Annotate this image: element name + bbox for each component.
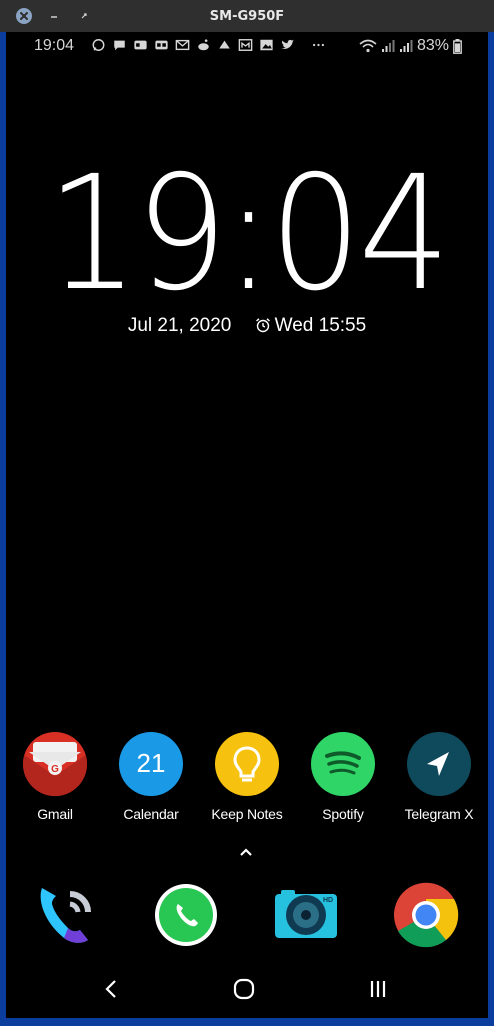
app-keep-notes[interactable]: Keep Notes: [199, 732, 295, 822]
svg-text:HD: HD: [323, 897, 333, 904]
app-drawer-chevron-icon[interactable]: [234, 844, 258, 860]
app-calendar[interactable]: 21 Calendar: [103, 732, 199, 822]
whatsapp-notification-icon: [92, 39, 105, 51]
alarm-icon: [255, 318, 270, 333]
app-telegram-x[interactable]: Telegram X: [391, 732, 487, 822]
twitter-notification-icon: [281, 39, 294, 50]
spotify-icon: [311, 732, 375, 796]
gmail-icon: G: [23, 732, 87, 796]
lightbulb-icon: [215, 732, 279, 796]
camera-icon[interactable]: HD: [273, 882, 339, 948]
whatsapp-icon[interactable]: [153, 882, 219, 948]
system-status: 83%: [359, 37, 462, 55]
app-label-gmail: Gmail: [37, 806, 73, 822]
app-gmail[interactable]: G Gmail: [7, 732, 103, 822]
home-icon[interactable]: [229, 977, 259, 1001]
gmail-notification-icon: [175, 39, 190, 51]
battery-percent: 83%: [416, 37, 449, 54]
calendar-day: 21: [136, 748, 166, 778]
calendar-icon: 21: [119, 732, 183, 796]
chrome-icon[interactable]: [393, 882, 459, 948]
wifi-icon: [359, 39, 377, 53]
date-alarm-row: Jul 21, 2020 Wed 15:55: [6, 315, 488, 337]
battery-icon: [453, 38, 462, 54]
app-notification-icon-2: [155, 40, 168, 50]
lockscreen-clock: 19:04: [46, 142, 451, 326]
app-label-calendar: Calendar: [123, 806, 179, 822]
more-notifications-icon: [312, 43, 325, 47]
app-label-telegram-x: Telegram X: [404, 806, 474, 822]
back-icon[interactable]: [96, 977, 126, 1001]
recents-icon[interactable]: [363, 977, 393, 1001]
feedly-notification-icon: [219, 40, 230, 49]
image-notification-icon: [260, 39, 273, 51]
window-titlebar: SM-G950F: [0, 0, 494, 32]
next-alarm[interactable]: Wed 15:55: [255, 315, 367, 336]
status-bar: 19:04 83%: [6, 32, 488, 60]
status-time: 19:04: [34, 37, 75, 54]
lockscreen-date: Jul 21, 2020: [127, 315, 232, 336]
telegram-icon: [407, 732, 471, 796]
phone-icon[interactable]: [32, 882, 98, 948]
svg-text:G: G: [51, 764, 59, 775]
alarm-time: Wed 15:55: [274, 315, 367, 336]
notification-icons: [90, 38, 327, 52]
app-label-spotify: Spotify: [322, 806, 364, 822]
signal-icon: [381, 40, 395, 52]
app-label-keep-notes: Keep Notes: [211, 806, 283, 822]
app-notification-icon: [134, 40, 147, 50]
message-notification-icon: [114, 40, 125, 51]
signal-icon-2: [399, 40, 413, 52]
phone-screen: 19:04 83% 19:04 Jul 21, 2020 Wed 15:55 G…: [6, 32, 488, 1018]
app-spotify[interactable]: Spotify: [295, 732, 391, 822]
reddit-notification-icon: [198, 39, 209, 51]
window-title: SM-G950F: [209, 9, 285, 24]
mail-notification-icon: [238, 39, 253, 51]
